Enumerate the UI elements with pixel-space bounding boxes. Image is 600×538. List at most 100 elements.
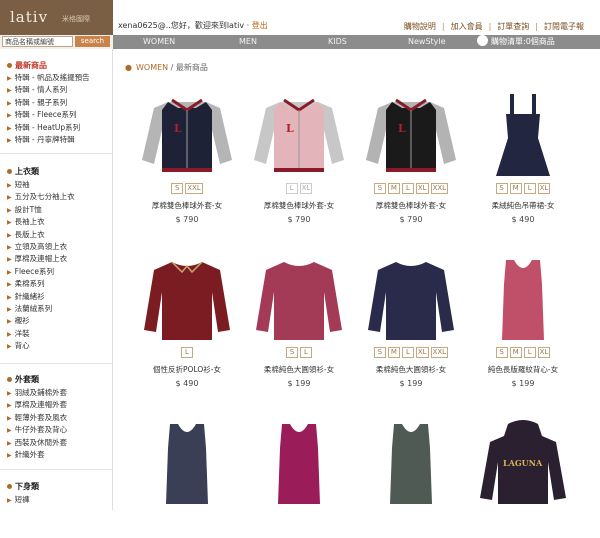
sidebar-item-tops-5[interactable]: ▶ 立領及高領上衣 (7, 241, 67, 252)
size-option[interactable]: M (387, 183, 400, 194)
product-image[interactable] (356, 418, 466, 508)
size-option[interactable]: L (523, 183, 536, 194)
sidebar-item-new-4[interactable]: ▶ 特輯 - HeatUp系列 (7, 122, 80, 133)
link-shopping-guide[interactable]: 購物說明 (398, 22, 442, 31)
product-image[interactable] (132, 254, 242, 344)
product-card[interactable] (244, 418, 354, 538)
cart-summary[interactable]: 購物清單:0個商品 (477, 35, 555, 47)
product-image[interactable]: L (244, 90, 354, 180)
product-name[interactable]: 柔棉純色大圓領衫-女 (244, 364, 354, 375)
size-option[interactable]: S (495, 347, 508, 358)
link-join-member[interactable]: 加入會員 (445, 22, 489, 31)
size-option[interactable]: XXL (185, 183, 203, 194)
product-image[interactable] (132, 418, 242, 508)
product-name[interactable]: 柔棉純色大圓領衫-女 (356, 364, 466, 375)
sidebar-item-tops-11[interactable]: ▶ 襯衫 (7, 315, 30, 326)
sidebar-new-products[interactable]: 最新商品 (7, 60, 47, 71)
product-name[interactable]: 純色長版羅紋背心-女 (468, 364, 578, 375)
size-option[interactable]: XL (415, 347, 429, 358)
product-card[interactable]: L 個性反折POLO衫-女 $ 490 (132, 254, 242, 388)
size-option[interactable]: XXL (430, 347, 449, 358)
sidebar-item-tops-10[interactable]: ▶ 法蘭絨系列 (7, 303, 52, 314)
size-option[interactable]: M (509, 183, 522, 194)
product-card[interactable]: L S XXL 厚棉雙色棒球外套-女 $ 790 (132, 90, 242, 224)
search-button[interactable]: search (75, 36, 110, 47)
size-option[interactable]: L (401, 183, 414, 194)
product-card[interactable]: S L 柔棉純色大圓領衫-女 $ 199 (244, 254, 354, 388)
sidebar-item-outer-0[interactable]: ▶ 羽絨及鋪棉外套 (7, 387, 67, 398)
size-option[interactable]: XL (415, 183, 429, 194)
link-order-query[interactable]: 訂單查詢 (491, 22, 535, 31)
product-card[interactable]: S M L XL 純色長版羅紋背心-女 $ 199 (468, 254, 578, 388)
product-name[interactable]: 厚棉雙色棒球外套-女 (132, 200, 242, 211)
tab-men[interactable]: MEN (239, 37, 257, 46)
sidebar-item-tops-9[interactable]: ▶ 針織緒衫 (7, 291, 45, 302)
sidebar-item-tops-2[interactable]: ▶ 設計T恤 (7, 204, 42, 215)
size-option[interactable]: S (171, 183, 184, 194)
sidebar-item-tops-0[interactable]: ▶ 短袖 (7, 179, 30, 190)
size-option[interactable]: XXL (430, 183, 449, 194)
size-option[interactable]: XL (537, 347, 551, 358)
size-option[interactable]: XL (537, 183, 551, 194)
sidebar-item-outer-2[interactable]: ▶ 輕薄外套及風衣 (7, 412, 67, 423)
sidebar-item-tops-4[interactable]: ▶ 長版上衣 (7, 229, 45, 240)
sidebar-item-outer-4[interactable]: ▶ 西裝及休閒外套 (7, 437, 67, 448)
size-option[interactable]: S (286, 347, 298, 358)
breadcrumb-women[interactable]: WOMEN (136, 63, 168, 72)
sidebar-item-new-0[interactable]: ▶ 特輯 - 帆品及搖擺預告 (7, 72, 90, 83)
tab-kids[interactable]: KIDS (328, 37, 347, 46)
size-option[interactable]: L (285, 183, 298, 194)
sidebar-item-tops-6[interactable]: ▶ 厚棉及連帽上衣 (7, 253, 67, 264)
product-image[interactable]: L (356, 90, 466, 180)
sidebar-item-outer-5[interactable]: ▶ 針織外套 (7, 449, 45, 460)
product-image[interactable] (244, 254, 354, 344)
sidebar-item-bottoms-0[interactable]: ▶ 短褲 (7, 494, 30, 505)
sidebar-outerwear[interactable]: 外套類 (7, 374, 39, 385)
sidebar-item-tops-1[interactable]: ▶ 五分及七分袖上衣 (7, 191, 75, 202)
sidebar-item-new-2[interactable]: ▶ 特輯 - 親子系列 (7, 97, 67, 108)
size-option[interactable]: M (387, 347, 400, 358)
link-newsletter[interactable]: 訂閱電子報 (538, 22, 590, 31)
size-option[interactable]: M (509, 347, 522, 358)
product-card[interactable]: S M L XL XXL 柔棉純色大圓領衫-女 $ 199 (356, 254, 466, 388)
size-option[interactable]: L (181, 347, 193, 358)
site-logo[interactable]: lativ 米格國際 (0, 0, 113, 35)
product-card[interactable]: L S M L XL XXL 厚棉雙色棒球外套-女 $ 790 (356, 90, 466, 224)
sidebar-item-new-3[interactable]: ▶ 特輯 - Fleece系列 (7, 109, 76, 120)
product-image[interactable]: L (132, 90, 242, 180)
product-image[interactable] (244, 418, 354, 508)
product-image[interactable]: LAGUNA (468, 418, 578, 508)
sidebar-item-outer-3[interactable]: ▶ 牛仔外套及背心 (7, 424, 67, 435)
product-name[interactable]: 厚棉雙色棒球外套-女 (356, 200, 466, 211)
product-card[interactable]: LAGUNA (468, 418, 578, 538)
sidebar-item-tops-13[interactable]: ▶ 背心 (7, 340, 30, 351)
logout-link[interactable]: 登出 (252, 21, 268, 30)
product-name[interactable]: 厚棉雙色棒球外套-女 (244, 200, 354, 211)
size-option[interactable]: S (495, 183, 508, 194)
size-option[interactable]: L (401, 347, 414, 358)
sidebar-item-tops-12[interactable]: ▶ 洋裝 (7, 328, 30, 339)
sidebar-item-new-1[interactable]: ▶ 特輯 - 情人系列 (7, 84, 67, 95)
search-input[interactable] (2, 36, 73, 47)
sidebar-tops[interactable]: 上衣類 (7, 166, 39, 177)
size-option[interactable]: XL (299, 183, 313, 194)
size-option[interactable]: L (523, 347, 536, 358)
product-card[interactable] (132, 418, 242, 538)
tab-women[interactable]: WOMEN (143, 37, 175, 46)
product-card[interactable]: L L XL 厚棉雙色棒球外套-女 $ 790 (244, 90, 354, 224)
sidebar-item-tops-8[interactable]: ▶ 柔棉系列 (7, 278, 45, 289)
product-name[interactable]: 個性反折POLO衫-女 (132, 364, 242, 375)
sidebar-item-tops-3[interactable]: ▶ 長袖上衣 (7, 216, 45, 227)
size-option[interactable]: S (373, 183, 386, 194)
sidebar-bottoms[interactable]: 下身類 (7, 481, 39, 492)
sidebar-item-new-5[interactable]: ▶ 特輯 - 丹寧牌特輯 (7, 134, 75, 145)
product-image[interactable] (356, 254, 466, 344)
sidebar-item-outer-1[interactable]: ▶ 厚棉及連帽外套 (7, 399, 67, 410)
sidebar-item-tops-7[interactable]: ▶ Fleece系列 (7, 266, 54, 277)
tab-newstyle[interactable]: NewStyle (408, 37, 446, 46)
size-option[interactable]: S (373, 347, 386, 358)
size-option[interactable]: L (300, 347, 312, 358)
product-card[interactable] (356, 418, 466, 538)
product-image[interactable] (468, 90, 578, 180)
product-card[interactable]: S M L XL 柔絨純色吊帶裙-女 $ 490 (468, 90, 578, 224)
